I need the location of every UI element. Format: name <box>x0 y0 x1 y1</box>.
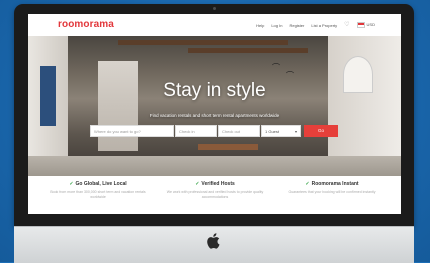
apple-logo-icon <box>207 233 220 249</box>
search-button[interactable]: Go <box>304 125 338 137</box>
checkout-input[interactable]: Check out <box>218 125 260 137</box>
top-navbar: roomorama Help Log In Register List a Pr… <box>28 14 401 37</box>
site-logo[interactable]: roomorama <box>58 19 114 30</box>
floor <box>28 156 401 176</box>
feature-title-text: Go Global, Live Local <box>75 181 127 187</box>
currency-label: USD <box>366 22 375 28</box>
feature-title-text: Verified Hosts <box>201 181 235 187</box>
website-screen: roomorama Help Log In Register List a Pr… <box>28 14 401 214</box>
feature-description: Guarantees that your booking will be con… <box>288 190 376 194</box>
guests-value: 1 Guest <box>265 129 280 134</box>
check-icon: ✓ <box>195 181 200 187</box>
nav-link-login[interactable]: Log In <box>271 23 282 28</box>
flag-icon <box>356 22 365 28</box>
nav-link-register[interactable]: Register <box>289 23 304 28</box>
checkin-input[interactable]: Check in <box>175 125 217 137</box>
hero-title: Stay in style <box>163 80 266 101</box>
feature-title-text: Roomorama Instant <box>311 181 359 187</box>
check-icon: ✓ <box>69 181 74 187</box>
pillar <box>98 61 138 151</box>
feature-title: ✓ Roomorama Instant <box>277 181 387 187</box>
ceiling-beam <box>188 48 308 53</box>
hero-banner: ⌒ ⌒ Stay in style Find vacation rentals … <box>28 36 401 176</box>
guests-select[interactable]: 1 Guest ▾ <box>261 125 301 137</box>
camera-dot <box>213 7 216 10</box>
feature-title: ✓ Go Global, Live Local <box>43 181 153 187</box>
nav-link-list-property[interactable]: List a Property <box>311 23 337 28</box>
heart-icon[interactable]: ♡ <box>344 22 349 28</box>
ceiling-beam <box>118 40 288 45</box>
nav-link-help[interactable]: Help <box>256 23 264 28</box>
bird-icon: ⌒ <box>272 63 280 72</box>
feature-description: We work with professional and verified h… <box>166 190 264 199</box>
feature-title: ✓ Verified Hosts <box>160 181 270 187</box>
dining-table <box>198 144 258 150</box>
currency-selector[interactable]: USD <box>356 22 375 28</box>
destination-input[interactable]: Where do you want to go? <box>90 125 174 137</box>
feature-verified-hosts: ✓ Verified Hosts We work with professiona… <box>160 176 270 199</box>
feature-description: Book from more than 300,000 short term a… <box>50 190 146 199</box>
check-icon: ✓ <box>305 181 310 187</box>
chevron-down-icon: ▾ <box>294 129 297 134</box>
feature-go-global: ✓ Go Global, Live Local Book from more th… <box>43 176 153 199</box>
hero-subtitle: Find vacation rentals and short term ren… <box>149 113 280 118</box>
nav-links: Help Log In Register List a Property ♡ U… <box>256 22 375 28</box>
features-section: ✓ Go Global, Live Local Book from more th… <box>28 176 401 214</box>
feature-instant: ✓ Roomorama Instant Guarantees that your … <box>277 176 387 195</box>
